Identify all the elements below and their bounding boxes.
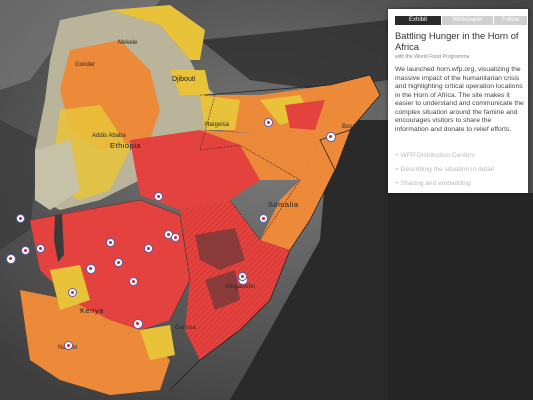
north-somalia-yellow[interactable] bbox=[200, 95, 240, 130]
distribution-center-marker[interactable] bbox=[264, 118, 273, 127]
indian-ocean-lower bbox=[388, 193, 533, 400]
panel-title: Battling Hunger in the Horn of Africa bbox=[395, 30, 519, 52]
tab-whitepaper[interactable]: Whitepaper bbox=[442, 16, 493, 25]
distribution-center-marker[interactable] bbox=[36, 244, 45, 253]
tab-exhibit[interactable]: Exhibit bbox=[395, 16, 441, 25]
distribution-center-marker[interactable] bbox=[171, 233, 180, 242]
distribution-center-marker[interactable] bbox=[259, 214, 268, 223]
distribution-center-marker[interactable] bbox=[64, 341, 73, 350]
map-viewport[interactable]: Djibouti Hargeisa Mogadishu Bosaso Mekel… bbox=[0, 0, 533, 400]
distribution-center-marker[interactable] bbox=[21, 246, 30, 255]
tab-follow[interactable]: Follow bbox=[494, 16, 527, 25]
panel-tabs: Exhibit Whitepaper Follow bbox=[395, 16, 527, 25]
distribution-center-marker[interactable] bbox=[68, 288, 77, 297]
distribution-center-marker[interactable] bbox=[114, 258, 123, 267]
distribution-center-marker[interactable] bbox=[326, 132, 336, 142]
distribution-center-marker[interactable] bbox=[6, 254, 16, 264]
distribution-center-marker[interactable] bbox=[133, 319, 143, 329]
link-distribution-centers[interactable]: + WFP Distribution Centers bbox=[395, 152, 475, 159]
link-situation-detail[interactable]: + Describing the situation in detail bbox=[395, 166, 494, 173]
distribution-center-marker[interactable] bbox=[144, 244, 153, 253]
distribution-center-marker[interactable] bbox=[238, 272, 247, 281]
link-sharing-embedding[interactable]: + Sharing and embedding bbox=[395, 180, 471, 187]
distribution-center-marker[interactable] bbox=[106, 238, 115, 247]
panel-description: We launched horn.wfp.org, visualizing th… bbox=[395, 66, 524, 133]
panel-subtitle: with the World Food Programme bbox=[395, 54, 470, 60]
distribution-center-marker[interactable] bbox=[16, 214, 25, 223]
info-panel: Exhibit Whitepaper Follow Battling Hunge… bbox=[388, 9, 528, 193]
distribution-center-marker[interactable] bbox=[154, 192, 163, 201]
distribution-center-marker[interactable] bbox=[129, 277, 138, 286]
distribution-center-marker[interactable] bbox=[86, 264, 96, 274]
